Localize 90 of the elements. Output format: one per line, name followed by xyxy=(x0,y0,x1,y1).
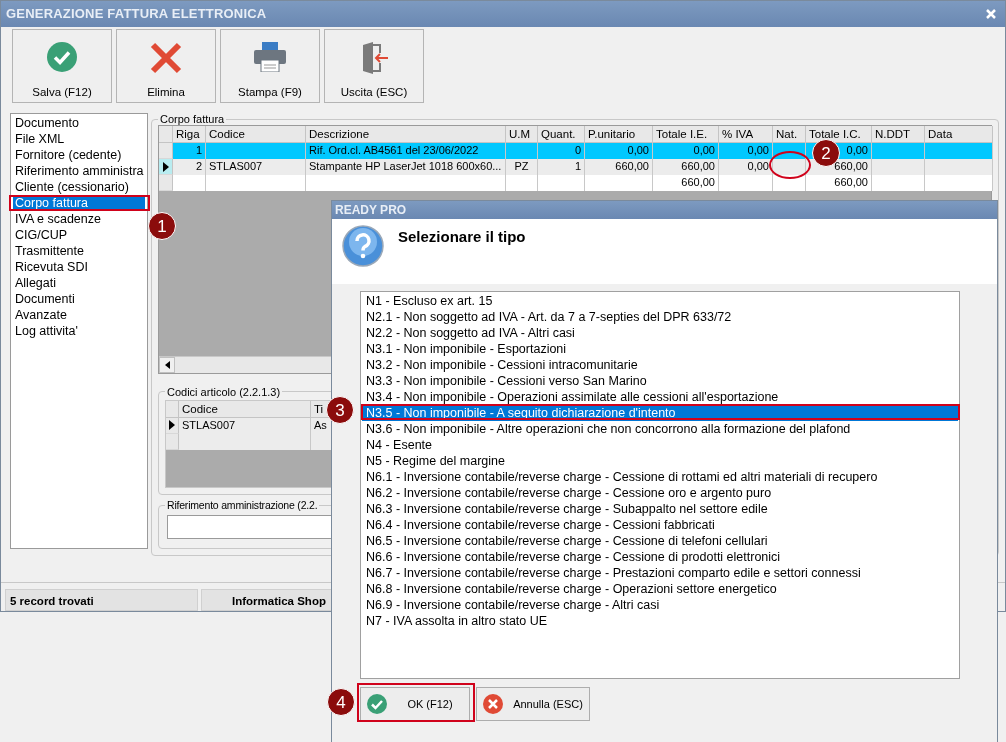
option-item[interactable]: N5 - Regime del margine xyxy=(362,453,958,469)
table-cell xyxy=(506,143,538,160)
row-pointer-icon xyxy=(169,420,175,431)
column-header[interactable]: Totale I.C. xyxy=(806,126,872,144)
toolbar-button[interactable]: Uscita (ESC) xyxy=(324,28,424,103)
nav-item[interactable]: CIG/CUP xyxy=(13,227,145,244)
highlight-ellipse xyxy=(769,151,811,179)
option-item[interactable]: N3.4 - Non imponibile - Operazioni assimilate alle cessioni all'esportazione xyxy=(362,389,958,405)
column-header[interactable]: Codice xyxy=(206,126,306,144)
dialog-button[interactable]: Annulla (ESC) xyxy=(476,687,590,721)
option-item[interactable]: N7 - IVA assolta in altro stato UE xyxy=(362,613,958,629)
table-cell: STLAS007 xyxy=(206,159,306,176)
dialog-message: Selezionare il tipo xyxy=(398,227,526,247)
column-header[interactable]: Quant. xyxy=(538,126,585,144)
column-header[interactable]: U.M xyxy=(506,126,538,144)
column-header[interactable]: Codice xyxy=(179,400,311,418)
option-item[interactable]: N6.5 - Inversione contabile/reverse charge - Cessione di telefoni cellulari xyxy=(362,533,958,549)
option-item[interactable]: N3.2 - Non imponibile - Cessioni intracomunitarie xyxy=(362,357,958,373)
table-cell xyxy=(872,159,925,176)
table-cell: 0,00 xyxy=(719,143,773,160)
option-item[interactable]: N3.1 - Non imponibile - Esportazioni xyxy=(362,341,958,357)
column-header[interactable]: Totale I.E. xyxy=(653,126,719,144)
nav-item[interactable]: Riferimento amministra xyxy=(13,163,145,180)
table-cell: 0,00 xyxy=(653,143,719,160)
question-icon xyxy=(342,225,384,267)
window-title: GENERAZIONE FATTURA ELETTRONICA xyxy=(6,6,267,22)
check-circle-icon xyxy=(367,694,387,714)
toolbar-button[interactable]: Salva (F12) xyxy=(12,28,112,103)
nav-item[interactable]: Documento xyxy=(13,115,145,132)
group-title: Riferimento amministrazione (2.2. xyxy=(166,499,319,512)
dialog-button[interactable]: OK (F12) xyxy=(360,687,470,721)
dialog-title: READY PRO xyxy=(332,201,997,219)
close-circle-icon xyxy=(483,694,503,714)
table-cell xyxy=(773,159,806,176)
nav-item[interactable]: Cliente (cessionario) xyxy=(13,179,145,196)
status-text: 5 record trovati xyxy=(5,589,198,611)
option-item[interactable]: N3.3 - Non imponibile - Cessioni verso San Marino xyxy=(362,373,958,389)
table-cell xyxy=(872,143,925,160)
nav-item[interactable]: Trasmittente xyxy=(13,243,145,260)
column-header[interactable]: Nat. xyxy=(773,126,806,144)
table-cell: PZ xyxy=(506,159,538,176)
column-header[interactable]: N.DDT xyxy=(872,126,925,144)
table-cell: 1 xyxy=(173,143,206,160)
column-header[interactable]: Data xyxy=(925,126,993,144)
table-cell xyxy=(773,143,806,160)
option-item[interactable]: N6.3 - Inversione contabile/reverse charge - Subappalto nel settore edile xyxy=(362,501,958,517)
row-pointer-icon xyxy=(162,161,169,172)
option-item[interactable]: N6.2 - Inversione contabile/reverse charge - Cessione oro e argento puro xyxy=(362,485,958,501)
table-cell: Stampante HP LaserJet 1018 600x60... xyxy=(306,159,506,176)
column-header[interactable]: Riga xyxy=(173,126,206,144)
nav-item[interactable]: Ricevuta SDI xyxy=(13,259,145,276)
table-cell: Rif. Ord.cl. AB4561 del 23/06/2022 xyxy=(306,143,506,160)
table-cell: 0 xyxy=(538,143,585,160)
table-cell: 1 xyxy=(538,159,585,176)
option-item[interactable]: N2.2 - Non soggetto ad IVA - Altri casi xyxy=(362,325,958,341)
option-item[interactable]: N6.6 - Inversione contabile/reverse charge - Cessione di prodotti elettronici xyxy=(362,549,958,565)
column-header[interactable]: % IVA xyxy=(719,126,773,144)
table-cell: 660,00 xyxy=(653,159,719,176)
nav-item[interactable]: Avanzate xyxy=(13,307,145,324)
table-cell: 2 xyxy=(173,159,206,176)
nav-item[interactable]: Log attivita' xyxy=(13,323,145,340)
table-cell xyxy=(925,143,993,160)
table-cell: 0,00 xyxy=(719,159,773,176)
option-item[interactable]: N6.4 - Inversione contabile/reverse charge - Cessioni fabbricati xyxy=(362,517,958,533)
toolbar-button[interactable]: Elimina xyxy=(116,28,216,103)
nav-item[interactable]: Documenti xyxy=(13,291,145,308)
table-cell: 0,00 xyxy=(585,143,653,160)
close-icon xyxy=(150,41,182,74)
column-header[interactable]: P.unitario xyxy=(585,126,653,144)
table-cell xyxy=(925,159,993,176)
toolbar-button[interactable]: Stampa (F9) xyxy=(220,28,320,103)
column-header[interactable]: Descrizione xyxy=(306,126,506,144)
group-title: Corpo fattura xyxy=(159,113,226,126)
nav-item[interactable]: Allegati xyxy=(13,275,145,292)
option-item[interactable]: N6.7 - Inversione contabile/reverse charge - Prestazioni comparto edile e settori connessi xyxy=(362,565,958,581)
scroll-left-button[interactable] xyxy=(159,356,175,373)
option-item[interactable]: N4 - Esente xyxy=(362,437,958,453)
option-item[interactable]: N6.1 - Inversione contabile/reverse charge - Cessione di rottami ed altri materiali di recupero xyxy=(362,469,958,485)
nav-item[interactable]: Fornitore (cedente) xyxy=(13,147,145,164)
group-title: Codici articolo (2.2.1.3) xyxy=(166,385,282,398)
nav-item[interactable]: IVA e scadenze xyxy=(13,211,145,228)
option-item[interactable]: N2.1 - Non soggetto ad IVA - Art. da 7 a 7-septies del DPR 633/72 xyxy=(362,309,958,325)
check-circle-icon xyxy=(47,41,77,72)
nav-item[interactable]: File XML xyxy=(13,131,145,148)
row-header[interactable] xyxy=(159,159,173,176)
printer-icon xyxy=(254,41,286,72)
option-item[interactable]: N1 - Escluso ex art. 15 xyxy=(362,293,958,309)
row-header xyxy=(159,126,173,144)
caret-left-icon xyxy=(164,360,170,369)
table-cell: 660,00 xyxy=(585,159,653,176)
